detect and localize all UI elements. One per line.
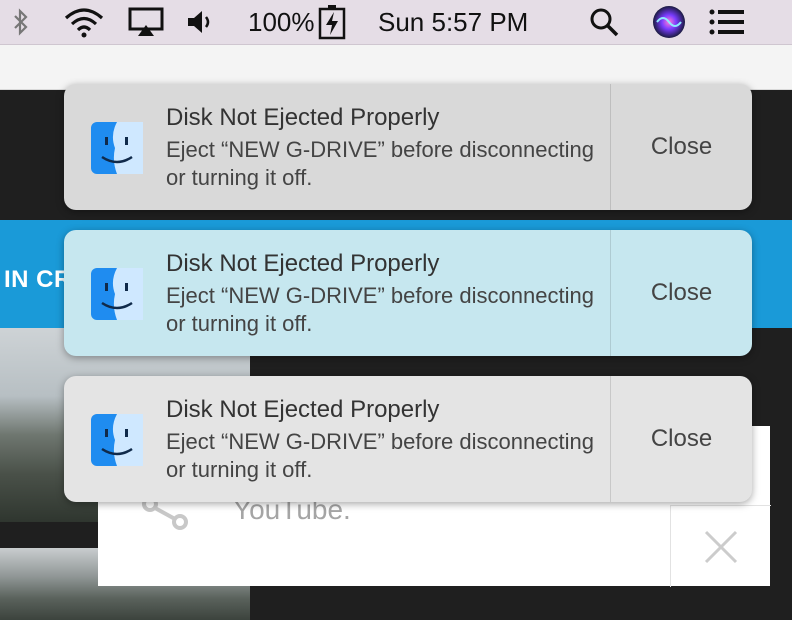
notification-center-icon[interactable] xyxy=(708,0,746,44)
notification-body: Eject “NEW G-DRIVE” before disconnecting… xyxy=(166,429,594,482)
close-icon xyxy=(704,530,738,563)
wifi-icon[interactable] xyxy=(62,0,106,44)
share-icon[interactable] xyxy=(142,496,192,537)
share-close-button[interactable] xyxy=(670,505,771,587)
siri-icon[interactable] xyxy=(652,0,686,44)
spotlight-search-icon[interactable] xyxy=(588,0,620,44)
notification-body: Eject “NEW G-DRIVE” before disconnecting… xyxy=(166,283,594,336)
close-button[interactable]: Close xyxy=(611,230,752,356)
close-button[interactable]: Close xyxy=(611,376,752,502)
battery-charging-icon[interactable] xyxy=(318,0,346,44)
notification-banner[interactable]: Disk Not Ejected Properly Eject “NEW G-D… xyxy=(64,376,752,502)
close-button[interactable]: Close xyxy=(611,84,752,210)
airplay-icon[interactable] xyxy=(128,0,164,44)
banner-text: IN CR xyxy=(4,266,72,293)
notification-banner[interactable]: Disk Not Ejected Properly Eject “NEW G-D… xyxy=(64,230,752,356)
finder-icon xyxy=(90,413,144,467)
notification-banner[interactable]: Disk Not Ejected Properly Eject “NEW G-D… xyxy=(64,84,752,210)
volume-icon[interactable] xyxy=(186,0,218,44)
notification-title: Disk Not Ejected Properly xyxy=(166,396,440,423)
menubar-clock[interactable]: Sun 5:57 PM xyxy=(378,0,528,44)
battery-percentage: 100% xyxy=(248,6,315,37)
finder-icon xyxy=(90,121,144,175)
bluetooth-icon[interactable] xyxy=(10,0,32,44)
notification-body: Eject “NEW G-DRIVE” before disconnecting… xyxy=(166,137,594,190)
menu-bar: 100% Sun 5:57 PM xyxy=(0,0,792,45)
finder-icon xyxy=(90,267,144,321)
notification-title: Disk Not Ejected Properly xyxy=(166,250,440,277)
notification-title: Disk Not Ejected Properly xyxy=(166,104,440,131)
